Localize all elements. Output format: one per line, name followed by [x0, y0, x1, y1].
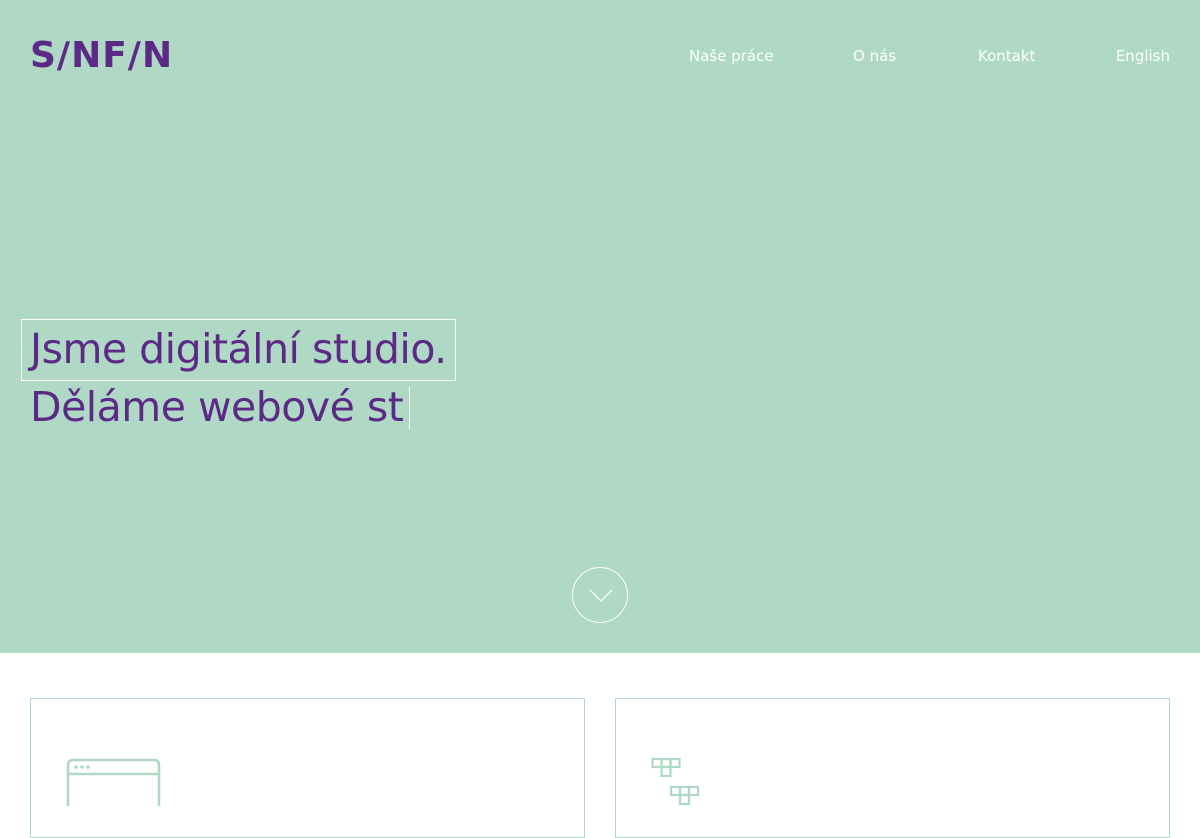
chevron-down-icon	[589, 589, 613, 602]
main-nav: Naše práce O nás Kontakt English	[0, 44, 1200, 68]
hero-headline-line-2: Děláme webové st	[30, 378, 411, 436]
browser-window-icon	[66, 758, 161, 806]
service-card-web[interactable]	[30, 698, 585, 838]
nav-item-nase-prace[interactable]: Naše práce	[689, 44, 774, 68]
hero-headline-line-1: Jsme digitální studio.	[30, 325, 447, 373]
typing-cursor	[409, 387, 411, 429]
nav-item-o-nas[interactable]: O nás	[853, 44, 896, 68]
scroll-down-button[interactable]	[572, 567, 628, 623]
hero-typed-text: Děláme webové st	[30, 383, 404, 431]
nav-item-kontakt[interactable]: Kontakt	[978, 44, 1035, 68]
service-card-structure[interactable]	[615, 698, 1170, 838]
hero-section: S/NF/N Naše práce O nás Kontakt English …	[0, 0, 1200, 653]
nav-item-english[interactable]: English	[1116, 44, 1170, 68]
